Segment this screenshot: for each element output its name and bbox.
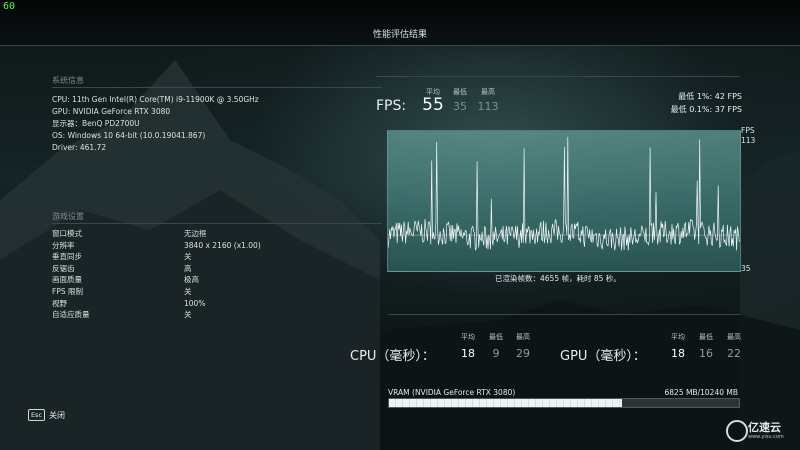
gpu-average: 18 [671,347,685,360]
setting-value: 关 [184,310,192,320]
settings-section-title: 游戏设置 [52,212,84,221]
setting-row: 分辨率 3840 x 2160 (x1.00) [52,240,382,252]
graph-axis-unit: FPS [741,126,755,135]
gpu-max-header: 最高 [727,333,741,341]
setting-label: 分辨率 [52,240,75,250]
frame-summary: 已渲染帧数：4655 帧，耗时 85 秒。 [495,274,621,283]
gpu-min-header: 最低 [699,333,713,341]
gpu-label: GPU（毫秒）： [560,349,646,364]
fps-graph [387,130,741,272]
fps-label: FPS: [376,98,407,114]
fps-low-0.1-percent: 最低 0.1%: 37 FPS [670,105,742,114]
cpu-label: CPU（毫秒）： [350,349,435,364]
fps-average: 55 [422,95,444,115]
setting-row: 反锯齿 高 [52,263,382,275]
fps-minimum: 35 [453,100,467,113]
watermark-name: 亿速云 [748,421,781,434]
vram-usage-fill [389,399,623,407]
system-info-list: CPU: 11th Gen Intel(R) Core(TM) i9-11900… [52,94,259,154]
setting-label: 自适应质量 [52,310,90,320]
close-button[interactable]: 关闭 [49,410,65,421]
divider [52,87,382,88]
gpu-minimum: 16 [699,347,713,360]
fps-max-header: 最高 [481,88,495,96]
setting-label: 反锯齿 [52,263,75,273]
setting-row: 自适应质量 关 [52,309,382,321]
setting-value: 100% [184,298,206,308]
system-section-title: 系统信息 [52,76,84,85]
setting-row: 画面质量 极高 [52,274,382,286]
setting-label: 画面质量 [52,275,82,285]
setting-value: 无边框 [184,229,207,238]
cpu-avg-header: 平均 [461,333,475,341]
fps-min-header: 最低 [453,88,467,96]
setting-label: 垂直同步 [52,252,82,262]
divider [52,223,382,224]
cpu-average: 18 [461,347,475,360]
cpu-maximum: 29 [516,347,530,360]
gpu-maximum: 22 [727,347,741,360]
vram-usage-bar [388,398,740,408]
vram-usage: 6825 MB/10240 MB [664,388,738,397]
setting-label: 视野 [52,298,67,308]
graph-axis-max: 113 [741,136,756,145]
setting-row: 窗口模式 无边框 [52,228,382,240]
setting-value: 关 [184,252,192,262]
setting-value: 极高 [184,275,199,285]
cpu-max-header: 最高 [516,333,530,341]
watermark-logo-icon [726,420,748,442]
monitor-info: 显示器：BenQ PD2700U [52,119,140,128]
setting-value: 关 [184,286,192,296]
driver-info: Driver: 461.72 [52,143,107,152]
fps-trace-line [388,136,740,251]
setting-row: 视野 100% [52,298,382,310]
watermark: 亿速云 www.yisu.com [726,418,796,444]
fps-low-percentiles: 最低 1%: 42 FPS 最低 0.1%: 37 FPS [671,90,742,116]
fps-graph-plot [388,136,740,251]
divider [376,76,740,77]
settings-list: 窗口模式 无边框 分辨率 3840 x 2160 (x1.00) 垂直同步关 反锯齿… [52,228,382,321]
setting-row: 垂直同步 关 [52,251,382,263]
fps-maximum: 113 [477,100,499,113]
setting-row: FPS 限制 关 [52,286,382,298]
esc-key-icon[interactable]: Esc [28,409,45,421]
gpu-info: GPU: NVIDIA GeForce RTX 3080 [52,107,171,116]
setting-value: 3840 x 2160 (x1.00) [184,240,261,250]
vram-label: VRAM (NVIDIA GeForce RTX 3080) [388,388,516,397]
cpu-minimum: 9 [492,347,500,360]
fps-low-1-percent: 最低 1%: 42 FPS [678,92,742,101]
os-info: OS: Windows 10 64-bit (10.0.19041.867) [52,131,206,140]
page-title: 性能评估结果 [372,30,427,40]
fps-overlay-counter: 60 [3,1,16,12]
cpu-min-header: 最低 [489,333,503,341]
gpu-avg-header: 平均 [671,333,685,341]
divider [388,314,740,315]
setting-label: 窗口模式 [52,229,82,238]
cpu-info: CPU: 11th Gen Intel(R) Core(TM) i9-11900… [52,95,259,104]
graph-axis-min: 35 [741,264,751,273]
setting-label: FPS 限制 [52,286,83,296]
setting-value: 高 [184,263,192,273]
watermark-url: www.yisu.com [748,434,784,440]
